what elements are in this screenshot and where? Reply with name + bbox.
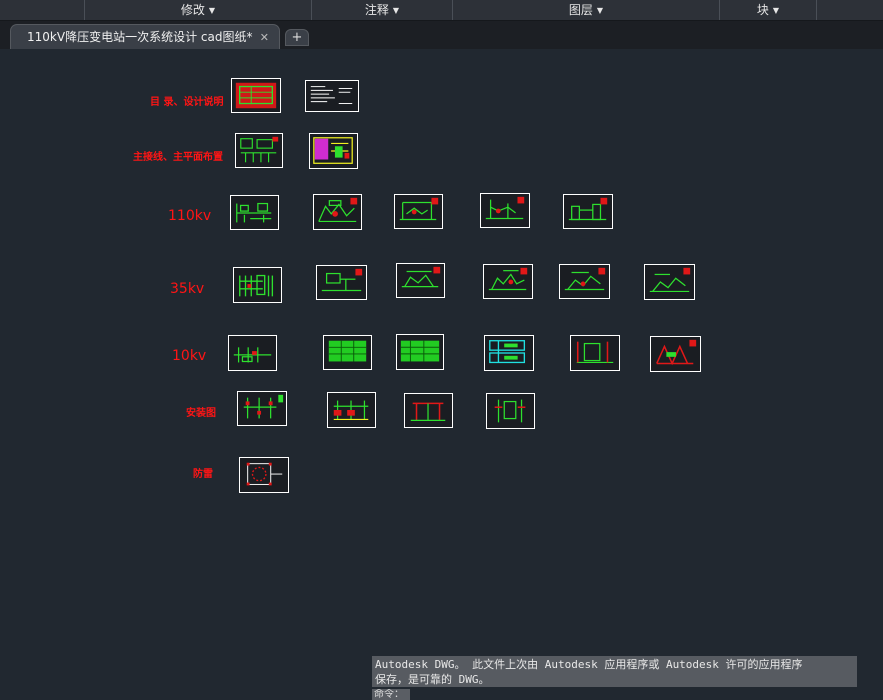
command-history-line: 保存，是可靠的 DWG。 bbox=[375, 673, 490, 686]
drawing-sheet-thumbnail[interactable] bbox=[309, 133, 358, 169]
ribbon-panel-modify[interactable]: 修改 ▼ bbox=[84, 0, 311, 20]
chevron-down-icon: ▼ bbox=[772, 6, 780, 15]
ribbon-panel-block[interactable]: 块 ▼ bbox=[719, 0, 817, 20]
sheet-drawing bbox=[649, 267, 691, 293]
row-label-10kv: 10kv bbox=[172, 348, 207, 364]
drawing-sheet-thumbnail[interactable] bbox=[650, 336, 701, 372]
sheet-drawing bbox=[568, 197, 608, 221]
drawing-sheet-thumbnail[interactable] bbox=[230, 195, 279, 230]
command-input[interactable]: 命令： bbox=[372, 689, 410, 700]
sheet-drawing bbox=[489, 340, 526, 364]
model-space-canvas[interactable]: 目 录、设计说明 主接线、主平面布置 110kv 35kv 10kv 安装图 防… bbox=[0, 49, 883, 700]
chevron-down-icon: ▼ bbox=[208, 6, 216, 15]
row-label-lightning: 防雷 bbox=[193, 469, 213, 480]
sheet-drawing bbox=[400, 340, 440, 362]
row-label-35kv: 35kv bbox=[170, 281, 205, 297]
row-label-installation: 安装图 bbox=[186, 408, 216, 419]
sheet-drawing bbox=[236, 202, 272, 223]
sheet-drawing bbox=[313, 137, 353, 164]
new-tab-button[interactable]: + bbox=[285, 29, 309, 46]
sheet-drawing bbox=[318, 197, 358, 223]
file-tab-bar: 110kV降压变电站一次系统设计 cad图纸* ✕ + bbox=[0, 21, 883, 49]
ribbon-panel-annotate[interactable]: 注释 ▼ bbox=[311, 0, 452, 20]
drawing-sheet-thumbnail[interactable] bbox=[394, 194, 443, 229]
drawing-sheet-thumbnail[interactable] bbox=[404, 393, 453, 428]
sheet-drawing bbox=[239, 274, 274, 297]
sheet-drawing bbox=[564, 267, 606, 291]
drawing-sheet-thumbnail[interactable] bbox=[305, 80, 359, 112]
sheet-drawing bbox=[401, 266, 441, 288]
drawing-sheet-thumbnail[interactable] bbox=[316, 265, 367, 300]
ribbon-panel-bar: 修改 ▼ 注释 ▼ 图层 ▼ 块 ▼ bbox=[0, 0, 883, 21]
command-history-line: Autodesk DWG。 此文件上次由 Autodesk 应用程序或 Auto… bbox=[375, 658, 803, 671]
sheet-drawing bbox=[246, 462, 283, 486]
drawing-sheet-thumbnail[interactable] bbox=[313, 194, 362, 230]
drawing-sheet-thumbnail[interactable] bbox=[483, 264, 533, 299]
sheet-drawing bbox=[233, 347, 272, 363]
sheet-drawing bbox=[656, 339, 697, 366]
sheet-drawing bbox=[321, 268, 363, 292]
row-label-contents: 目 录、设计说明 bbox=[150, 97, 224, 108]
drawing-sheet-thumbnail[interactable] bbox=[231, 78, 281, 113]
drawing-sheet-thumbnail[interactable] bbox=[235, 133, 283, 168]
panel-label: 注释 bbox=[364, 3, 389, 17]
panel-label: 图层 bbox=[568, 3, 593, 17]
sheet-drawing bbox=[399, 197, 439, 221]
drawing-sheet-thumbnail[interactable] bbox=[486, 393, 535, 429]
drawing-sheet-thumbnail[interactable] bbox=[228, 335, 277, 371]
tab-title: 110kV降压变电站一次系统设计 cad图纸* bbox=[27, 30, 253, 44]
sheet-drawing bbox=[494, 399, 526, 423]
command-history-window: Autodesk DWG。 此文件上次由 Autodesk 应用程序或 Auto… bbox=[372, 656, 857, 687]
drawing-sheet-thumbnail[interactable] bbox=[570, 335, 620, 371]
row-label-main-wiring: 主接线、主平面布置 bbox=[133, 152, 223, 163]
drawing-sheet-thumbnail[interactable] bbox=[484, 335, 534, 371]
drawing-sheet-thumbnail[interactable] bbox=[563, 194, 613, 229]
sheet-drawing bbox=[485, 196, 525, 220]
chevron-down-icon: ▼ bbox=[392, 6, 400, 15]
sheet-drawing bbox=[243, 394, 284, 419]
drawing-sheet-thumbnail[interactable] bbox=[480, 193, 530, 228]
sheet-drawing bbox=[310, 86, 353, 104]
sheet-drawing bbox=[576, 341, 614, 364]
sheet-drawing bbox=[333, 400, 369, 421]
row-label-110kv: 110kv bbox=[168, 208, 212, 224]
drawing-sheet-thumbnail[interactable] bbox=[396, 263, 445, 298]
sheet-drawing bbox=[488, 267, 528, 291]
tab-drawing-file[interactable]: 110kV降压变电站一次系统设计 cad图纸* ✕ bbox=[10, 24, 280, 49]
sheet-drawing bbox=[240, 136, 279, 163]
drawing-sheet-thumbnail[interactable] bbox=[239, 457, 289, 493]
sheet-drawing bbox=[410, 402, 446, 422]
chevron-down-icon: ▼ bbox=[596, 6, 604, 15]
drawing-sheet-thumbnail[interactable] bbox=[233, 267, 282, 303]
sheet-drawing bbox=[235, 82, 277, 109]
sheet-drawing bbox=[328, 340, 367, 362]
drawing-sheet-thumbnail[interactable] bbox=[396, 334, 444, 370]
panel-label: 修改 bbox=[180, 3, 205, 17]
drawing-sheet-thumbnail[interactable] bbox=[237, 391, 287, 426]
drawing-sheet-thumbnail[interactable] bbox=[327, 392, 376, 428]
drawing-sheet-thumbnail[interactable] bbox=[644, 264, 695, 300]
drawing-sheet-thumbnail[interactable] bbox=[559, 264, 610, 299]
drawing-sheet-thumbnail[interactable] bbox=[323, 335, 372, 370]
ribbon-panel-layers[interactable]: 图层 ▼ bbox=[452, 0, 719, 20]
panel-label: 块 bbox=[756, 3, 769, 17]
close-icon[interactable]: ✕ bbox=[260, 25, 269, 50]
